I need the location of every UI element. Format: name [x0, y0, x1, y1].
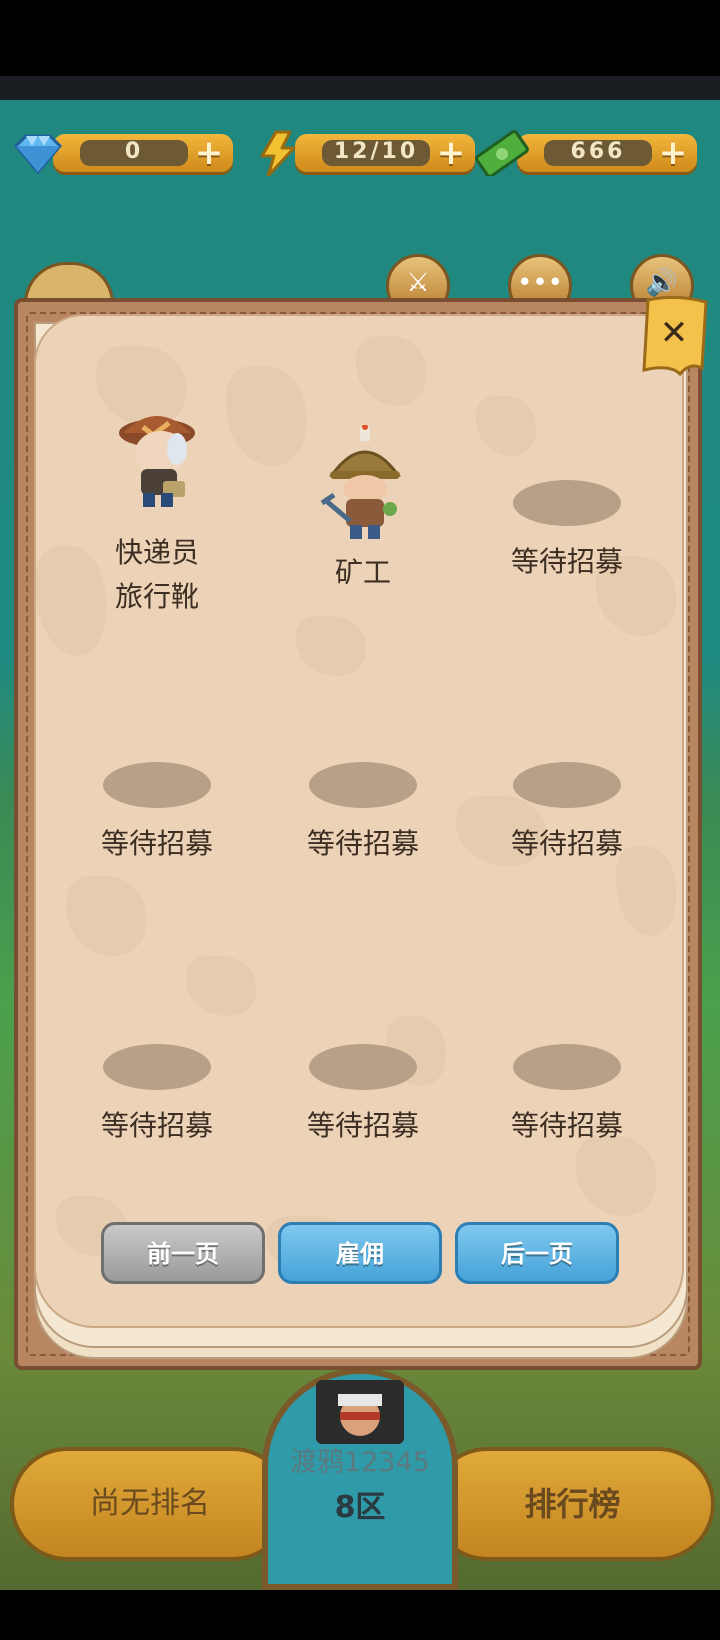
diamond-value: 0 [124, 139, 144, 164]
slot-2[interactable]: 矿工 [260, 425, 466, 695]
close-icon: ✕ [642, 295, 708, 377]
slot-5[interactable]: 等待招募 [260, 762, 466, 1032]
close-button[interactable]: ✕ [640, 294, 710, 378]
navigation-bar [0, 1590, 720, 1640]
slot-6[interactable]: 等待招募 [464, 762, 670, 1032]
empty-slot-shadow [309, 1044, 417, 1090]
empty-slot-shadow [103, 1044, 211, 1090]
courier-character-icon [119, 416, 195, 507]
slot-3[interactable]: 等待招募 [464, 480, 670, 750]
slot-label-line1: 快递员 [114, 536, 199, 569]
hire-button[interactable]: 雇佣 [278, 1222, 442, 1284]
status-strip [0, 76, 720, 100]
empty-slot-shadow [513, 480, 621, 526]
player-name: 渡鸦12345 [290, 1447, 430, 1478]
empty-slot-shadow [103, 762, 211, 808]
slot-label: 等待招募 [510, 545, 623, 578]
slot-label: 矿工 [334, 556, 391, 589]
lightning-icon [260, 130, 296, 176]
slot-1[interactable]: 快递员 旅行靴 [54, 405, 260, 675]
cash-counter: 666 + [472, 130, 697, 176]
next-page-button[interactable]: 后一页 [455, 1222, 619, 1284]
rank-text: 尚无排名 [90, 1486, 210, 1521]
empty-slot-shadow [513, 1044, 621, 1090]
slot-label: 等待招募 [306, 1109, 419, 1142]
prev-page-button[interactable]: 前一页 [101, 1222, 265, 1284]
rank-panel[interactable]: 尚无排名 [10, 1447, 290, 1561]
add-diamond-button[interactable]: + [194, 136, 224, 170]
slot-label: 等待招募 [510, 827, 623, 860]
cash-value: 666 [570, 139, 626, 164]
player-panel[interactable]: 渡鸦12345 8区 [262, 1368, 458, 1590]
miner-character-icon [320, 425, 401, 539]
leaderboard-label: 排行榜 [524, 1485, 621, 1523]
avatar [316, 1380, 404, 1444]
add-energy-button[interactable]: + [436, 136, 466, 170]
empty-slot-shadow [309, 762, 417, 808]
sword-icon: ⚔ [406, 268, 430, 298]
slot-label-line2: 旅行靴 [114, 580, 199, 613]
diamond-counter: 0 + [8, 130, 233, 176]
energy-counter: 12/10 + [250, 130, 475, 176]
more-icon: ••• [516, 268, 563, 298]
cash-icon [475, 130, 529, 176]
energy-value: 12/10 [333, 139, 419, 164]
slot-label: 等待招募 [306, 827, 419, 860]
leaderboard-button[interactable]: 排行榜 [430, 1447, 715, 1561]
add-cash-button[interactable]: + [658, 136, 688, 170]
slot-label: 等待招募 [100, 1109, 213, 1142]
player-avatar-icon [338, 1394, 382, 1436]
empty-slot-shadow [513, 762, 621, 808]
slot-label: 等待招募 [100, 827, 213, 860]
svg-text:✕: ✕ [660, 313, 689, 353]
slot-4[interactable]: 等待招募 [54, 762, 260, 1032]
diamond-icon [13, 134, 63, 175]
slot-label: 等待招募 [510, 1109, 623, 1142]
zone-label: 8区 [334, 1490, 386, 1525]
